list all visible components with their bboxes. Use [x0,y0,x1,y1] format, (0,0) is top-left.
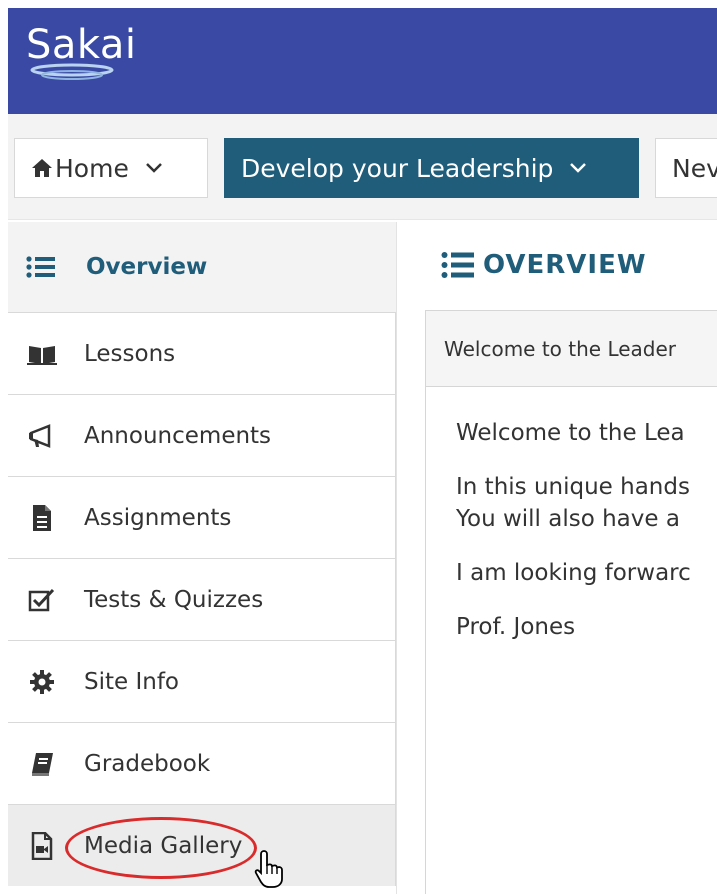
tool-menu-media-gallery[interactable]: Media Gallery [8,804,395,888]
main-content: OVERVIEW Welcome to the Leader Welcome t… [396,222,717,894]
site-tab-home-label: Home [55,153,129,183]
page-title: OVERVIEW [441,250,647,280]
tool-menu-label: Announcements [84,422,272,449]
hand-pointer-icon [254,850,283,888]
site-tab-leadership-label: Develop your Leadership [241,153,554,183]
site-navigation: Home Develop your Leadership Nev [8,114,717,220]
closing-line: I am looking forwarc [456,560,691,586]
list-icon [26,255,64,279]
tool-menu-tests-quizzes[interactable]: Tests & Quizzes [8,558,395,640]
tool-menu-label: Tests & Quizzes [84,586,264,613]
book-icon [24,746,60,782]
home-icon [31,158,53,178]
paragraph-line-1: In this unique hands [456,474,690,500]
tool-menu-label: Lessons [84,340,176,367]
checkbox-icon [24,582,60,618]
site-tab-develop-leadership[interactable]: Develop your Leadership [224,138,639,198]
paragraph-line-2: You will also have a [456,506,680,532]
list-icon [441,251,475,279]
tool-menu-announcements[interactable]: Announcements [8,394,395,476]
signature-line: Prof. Jones [456,614,576,640]
chevron-down-icon[interactable] [569,162,587,174]
page-title-text: OVERVIEW [483,250,647,280]
tool-menu-overview-label: Overview [86,254,208,280]
tool-menu-label: Media Gallery [84,832,243,859]
book-open-icon [24,336,60,372]
sakai-page: Sakai Home Develop your Leadership Nev O… [0,0,717,894]
site-tab-next-label: Nev [672,153,717,183]
welcome-line: Welcome to the Lea [456,420,685,446]
sakai-logo[interactable]: Sakai [26,22,166,112]
tool-menu: Overview Lessons Announcements Assignmen… [8,222,396,894]
overview-panel: Welcome to the Leader Welcome to the Lea… [425,310,717,894]
tool-menu-assignments[interactable]: Assignments [8,476,395,558]
tool-menu-site-info[interactable]: Site Info [8,640,395,722]
megaphone-icon [24,418,60,454]
tool-menu-label: Gradebook [84,750,211,777]
site-tab-next[interactable]: Nev [655,138,717,198]
chevron-down-icon[interactable] [145,162,163,174]
header-bar: Sakai [8,8,717,114]
logo-ripple-icon [30,63,114,80]
tool-menu-overview[interactable]: Overview [8,222,396,312]
gear-icon [24,664,60,700]
paragraph-line: In this unique hands You will also have … [456,471,717,535]
tool-menu-lessons[interactable]: Lessons [8,312,395,394]
media-file-icon [24,828,60,864]
tool-menu-label: Site Info [84,668,179,695]
tool-list: Lessons Announcements Assignments Tests … [8,312,396,888]
file-icon [24,500,60,536]
panel-title: Welcome to the Leader [426,311,717,387]
panel-body: Welcome to the Lea In this unique hands … [426,387,717,665]
tool-menu-label: Assignments [84,504,232,531]
site-tab-home[interactable]: Home [14,138,208,198]
tool-menu-gradebook[interactable]: Gradebook [8,722,395,804]
